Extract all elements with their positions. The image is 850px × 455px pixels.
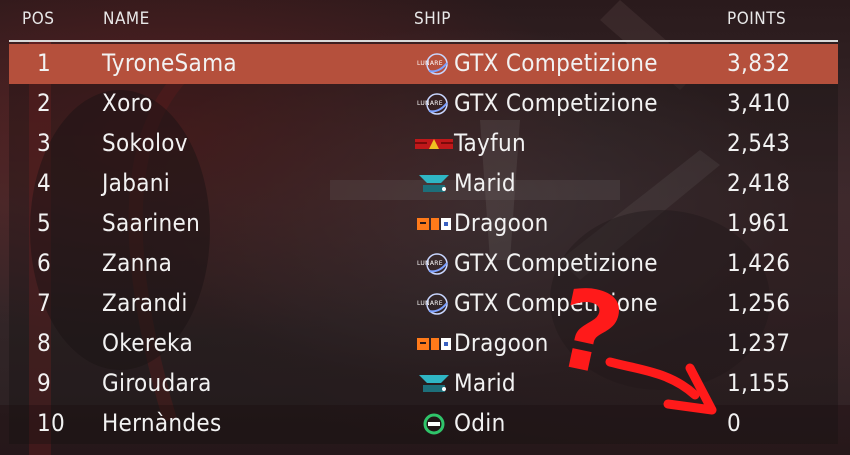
row-points: 2,418: [727, 169, 791, 197]
row-points: 1,961: [727, 209, 791, 237]
header-divider: [9, 40, 838, 42]
svg-text:LUNARE: LUNARE: [417, 100, 443, 107]
leaderboard-row: 2 Xoro LUNARE GTX Competizione 3,410: [9, 84, 838, 124]
row-player-name: TyroneSama: [102, 49, 237, 77]
row-position: 9: [37, 369, 52, 397]
row-player-name: Zarandi: [102, 289, 188, 317]
leaderboard-table: 1 TyroneSama LUNARE GTX Competizione 3,832 2 X…: [9, 44, 838, 444]
leaderboard-row: 1 TyroneSama LUNARE GTX Competizione 3,832: [9, 44, 838, 84]
row-ship-name: GTX Competizione: [454, 289, 658, 317]
row-position: 3: [37, 129, 52, 157]
row-points: 1,237: [727, 329, 791, 357]
row-player-name: Saarinen: [102, 209, 201, 237]
row-player-name: Jabani: [102, 169, 171, 197]
row-ship-name: Tayfun: [454, 129, 526, 157]
row-player-name: Giroudara: [102, 369, 212, 397]
leaderboard-header: POS NAME SHIP POINTS: [0, 0, 850, 38]
column-header-name: NAME: [103, 9, 150, 29]
row-player-name: Hernàndes: [102, 409, 222, 437]
row-position: 1: [37, 49, 52, 77]
row-player-name: Sokolov: [102, 129, 188, 157]
row-position: 5: [37, 209, 52, 237]
column-header-pos: POS: [22, 9, 55, 29]
row-points: 1,426: [727, 249, 791, 277]
row-points: 3,410: [727, 89, 791, 117]
row-player-name: Okereka: [102, 329, 193, 357]
row-position: 10: [37, 409, 66, 437]
row-position: 6: [37, 249, 52, 277]
leaderboard-row: 9 Giroudara Marid 1,155: [9, 364, 838, 404]
row-points: 1,155: [727, 369, 791, 397]
column-header-points: POINTS: [727, 9, 787, 29]
row-position: 4: [37, 169, 52, 197]
row-ship-name: Dragoon: [454, 209, 549, 237]
row-position: 8: [37, 329, 52, 357]
row-player-name: Xoro: [102, 89, 153, 117]
svg-text:LUNARE: LUNARE: [417, 300, 443, 307]
leaderboard-row: 10 Hernàndes Odin 0: [9, 404, 838, 444]
row-points: 0: [727, 409, 742, 437]
row-ship-name: Odin: [454, 409, 506, 437]
row-ship-name: Dragoon: [454, 329, 549, 357]
column-header-ship: SHIP: [414, 9, 451, 29]
leaderboard-row: 3 Sokolov Tayfun 2,543: [9, 124, 838, 164]
row-position: 2: [37, 89, 52, 117]
row-ship-name: GTX Competizione: [454, 249, 658, 277]
row-ship-name: GTX Competizione: [454, 89, 658, 117]
row-ship-name: Marid: [454, 369, 516, 397]
row-points: 1,256: [727, 289, 791, 317]
row-points: 2,543: [727, 129, 791, 157]
row-ship-name: Marid: [454, 169, 516, 197]
row-player-name: Zanna: [102, 249, 173, 277]
leaderboard-row: 5 Saarinen Dragoon 1,961: [9, 204, 838, 244]
row-ship-name: GTX Competizione: [454, 49, 658, 77]
leaderboard-row: 7 Zarandi LUNARE GTX Competizione 1,256: [9, 284, 838, 324]
row-position: 7: [37, 289, 52, 317]
leaderboard-row: 6 Zanna LUNARE GTX Competizione 1,426: [9, 244, 838, 284]
svg-text:LUNARE: LUNARE: [417, 60, 443, 67]
row-points: 3,832: [727, 49, 791, 77]
leaderboard-row: 4 Jabani Marid 2,418: [9, 164, 838, 204]
leaderboard-row: 8 Okereka Dragoon 1,237: [9, 324, 838, 364]
svg-text:LUNARE: LUNARE: [417, 260, 443, 267]
